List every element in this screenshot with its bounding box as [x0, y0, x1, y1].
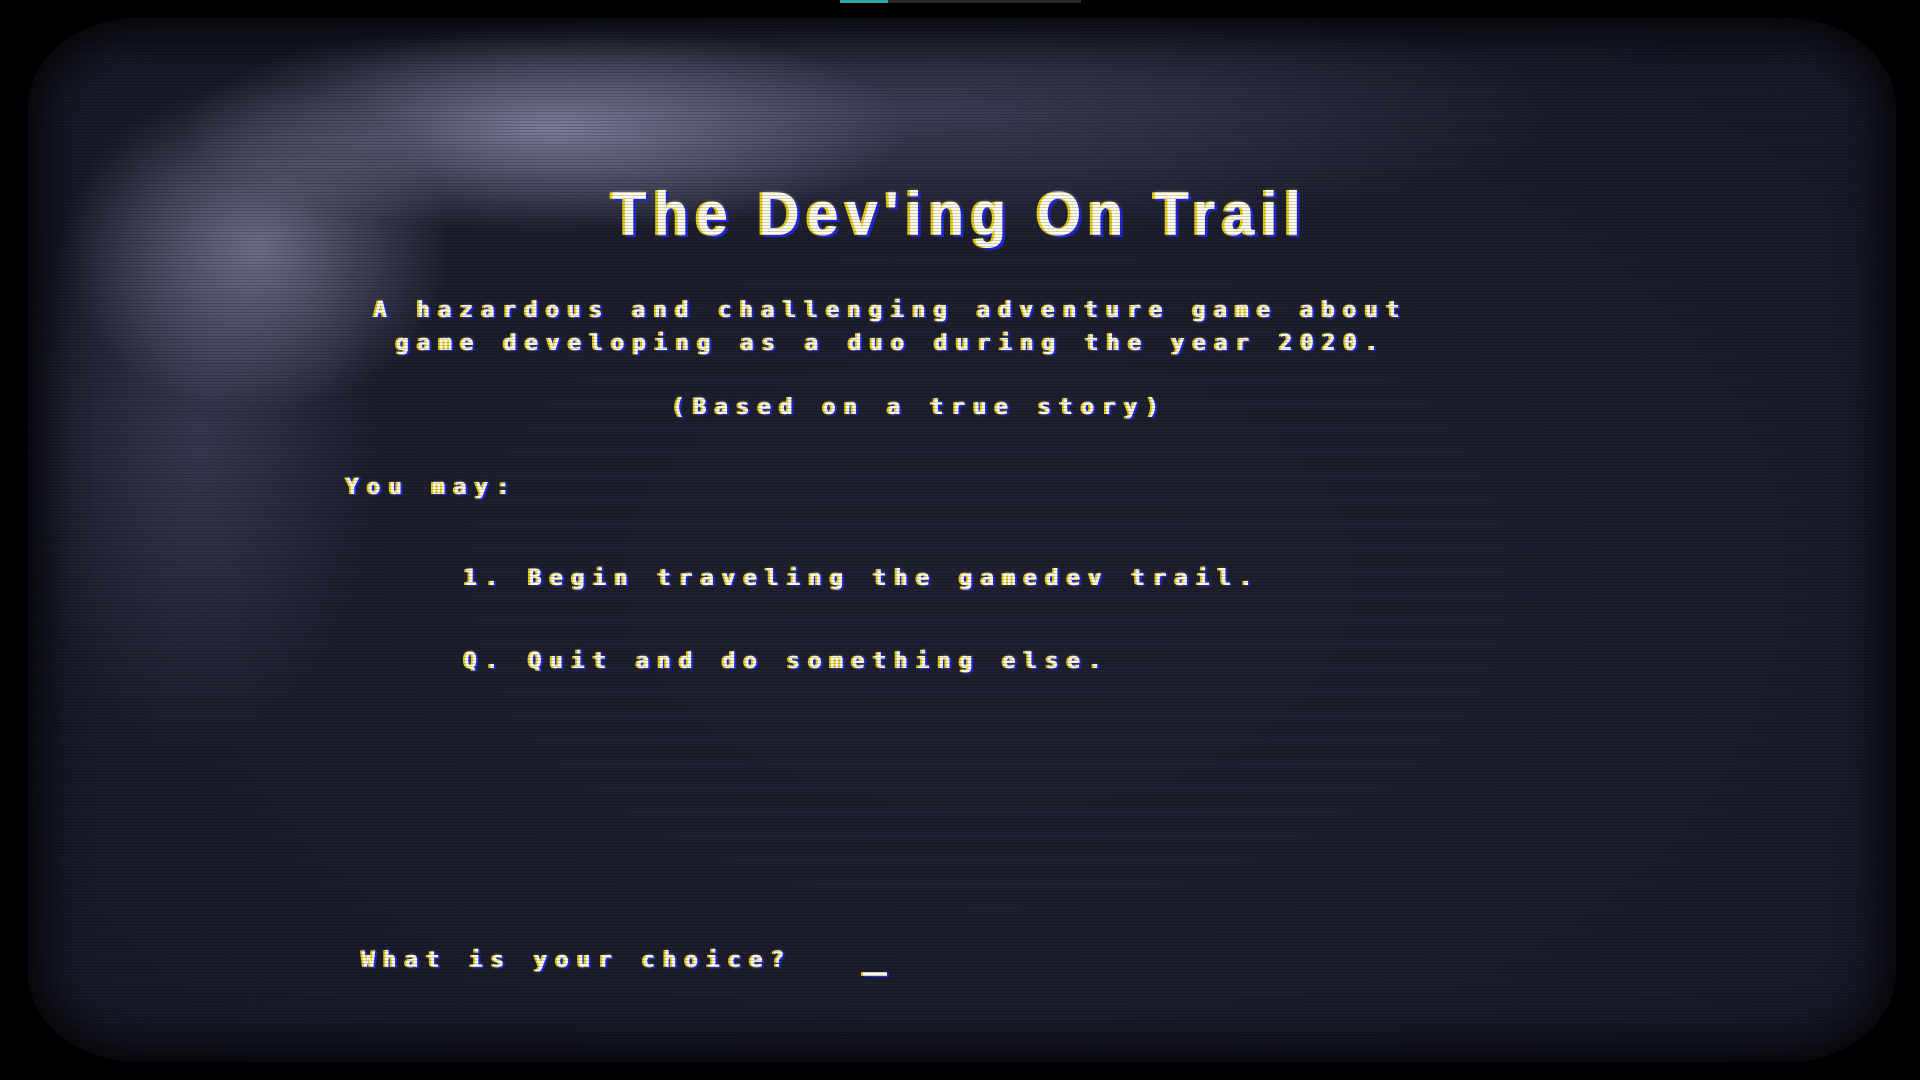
- text-cursor[interactable]: [863, 972, 887, 976]
- game-title: The Dev'ing On Trail: [611, 180, 1309, 249]
- subtitle-line-2: game developing as a duo during the year…: [396, 331, 1388, 356]
- option-begin-trail[interactable]: 1. Begin traveling the gamedev trail.: [464, 566, 1261, 592]
- crt-screen: The Dev'ing On Trail: [28, 18, 1896, 1062]
- scanline-overlay: [28, 18, 1896, 1062]
- loading-progress-bar: [840, 0, 1081, 3]
- loading-progress-fill: [840, 0, 889, 3]
- option-quit[interactable]: Q. Quit and do something else.: [464, 649, 1110, 675]
- choice-prompt: What is your choice?: [362, 948, 793, 973]
- subtitle-line-1: A hazardous and challenging adventure ga…: [374, 298, 1409, 323]
- menu-heading: You may:: [346, 475, 519, 500]
- based-on-true-story: (Based on a true story): [672, 395, 1168, 420]
